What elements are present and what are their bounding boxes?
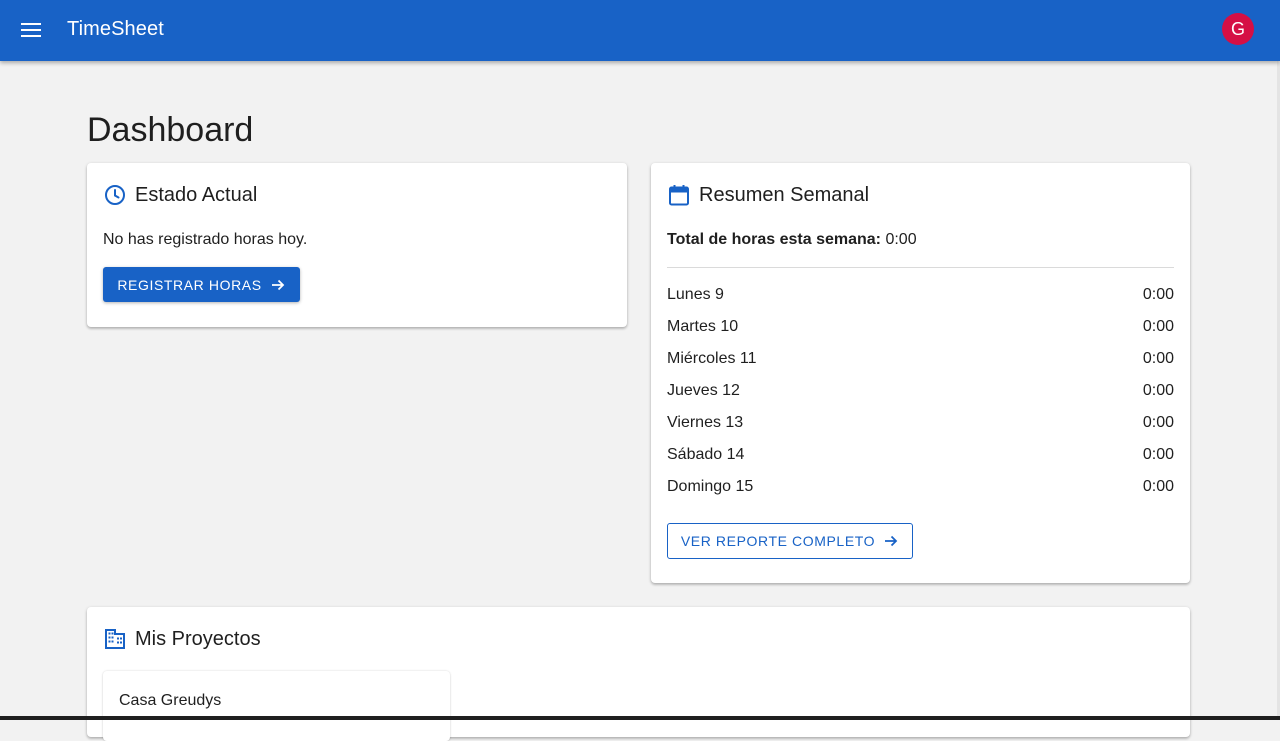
building-icon [105,629,125,649]
project-name: Casa Greudys [119,692,222,709]
user-avatar[interactable]: G [1222,13,1254,45]
day-label: Lunes 9 [667,286,724,303]
day-hours: 0:00 [1142,286,1174,303]
day-hours: 0:00 [1142,318,1174,335]
project-card[interactable]: Casa Greudys [103,671,450,741]
day-row: Domingo 15 0:00 [667,476,1174,508]
bottom-edge [0,716,1280,720]
ver-reporte-button[interactable]: VER REPORTE COMPLETO [667,523,913,559]
ver-reporte-label: VER REPORTE COMPLETO [680,533,876,549]
arrow-right-icon [271,279,284,290]
day-label: Martes 10 [667,318,739,335]
mis-proyectos-header: Mis Proyectos [103,627,261,651]
day-row: Martes 10 0:00 [667,316,1174,348]
total-hours-line: Total de horas esta semana: 0:00 [667,230,917,250]
registrar-horas-button[interactable]: REGISTRAR HORAS [103,267,300,302]
clock-icon [105,185,125,205]
day-hours: 0:00 [1142,414,1174,431]
status-message: No has registrado horas hoy. [103,231,308,248]
calendar-icon [669,185,689,206]
registrar-horas-label: REGISTRAR HORAS [117,276,262,293]
day-hours: 0:00 [1142,350,1174,367]
menu-button[interactable] [12,12,50,48]
day-label: Viernes 13 [667,414,744,431]
app-bar: TimeSheet G [0,0,1280,61]
day-hours: 0:00 [1142,478,1174,495]
day-label: Domingo 15 [667,478,754,495]
resumen-semanal-title: Resumen Semanal [699,184,870,206]
day-row: Lunes 9 0:00 [667,284,1174,316]
day-hours: 0:00 [1142,382,1174,399]
page-title: Dashboard [87,111,254,149]
day-label: Jueves 12 [667,382,740,399]
day-label: Miércoles 11 [667,350,757,367]
total-hours-value: 0:00 [885,231,917,248]
resumen-semanal-header: Resumen Semanal [667,183,869,207]
app-title[interactable]: TimeSheet [67,17,164,41]
divider [667,267,1174,268]
estado-actual-title: Estado Actual [135,184,258,206]
day-row: Sábado 14 0:00 [667,444,1174,476]
day-list: Lunes 9 0:00 Martes 10 0:00 Miércoles 11… [667,284,1174,508]
day-row: Jueves 12 0:00 [667,380,1174,412]
estado-actual-card: Estado Actual No has registrado horas ho… [87,163,627,327]
mis-proyectos-title: Mis Proyectos [135,628,261,650]
day-row: Viernes 13 0:00 [667,412,1174,444]
day-label: Sábado 14 [667,446,745,463]
day-hours: 0:00 [1142,446,1174,463]
arrow-right-icon [885,535,898,547]
menu-icon [21,23,41,37]
estado-actual-header: Estado Actual [103,183,257,207]
resumen-semanal-card: Resumen Semanal Total de horas esta sema… [651,163,1190,583]
day-row: Miércoles 11 0:00 [667,348,1174,380]
total-hours-label: Total de horas esta semana: [667,231,881,248]
